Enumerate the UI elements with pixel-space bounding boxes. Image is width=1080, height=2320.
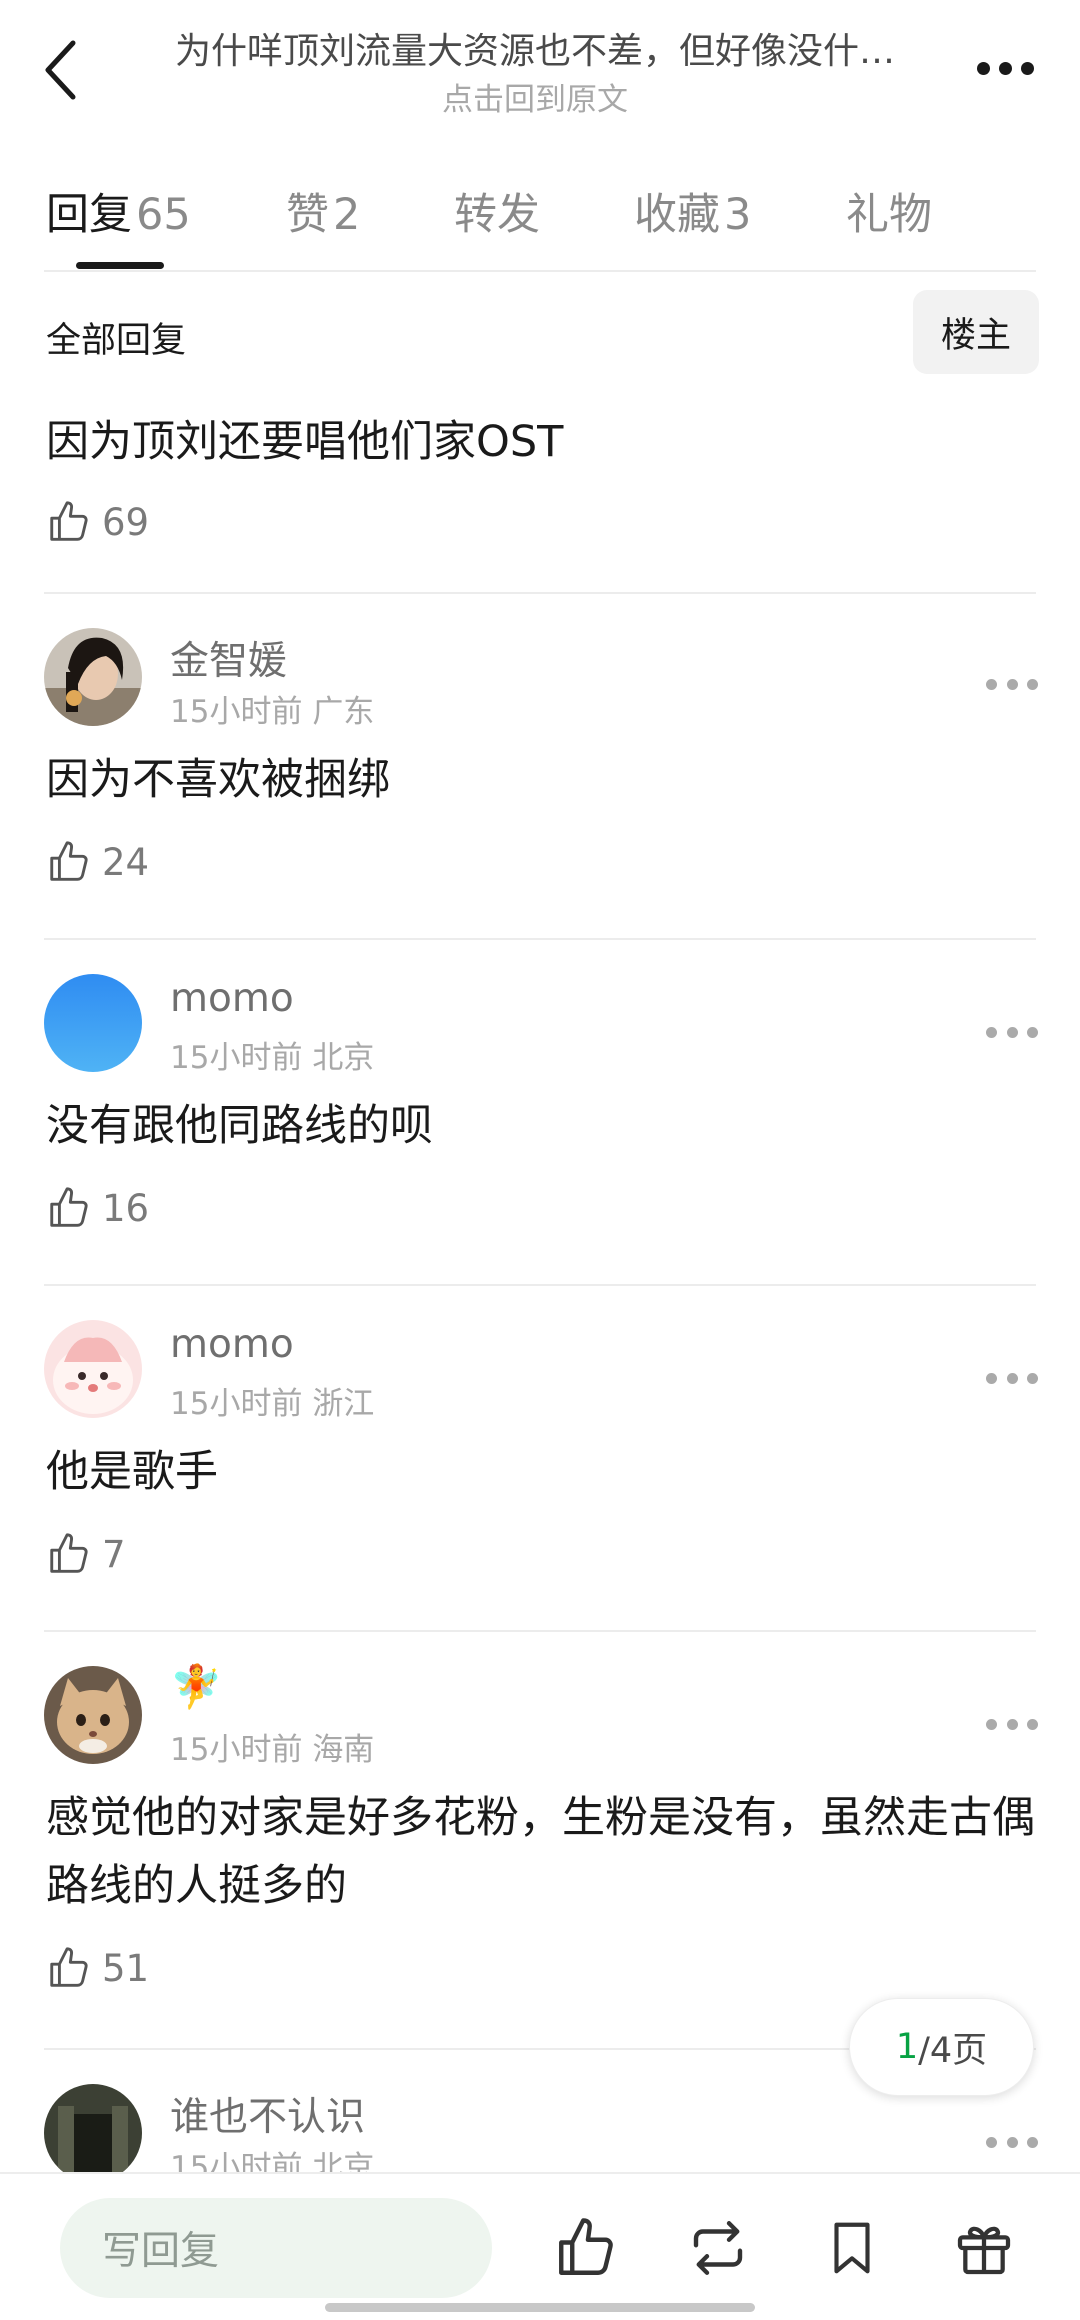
avatar[interactable] [44, 628, 142, 726]
avatar[interactable] [44, 974, 142, 1072]
tab-favorites[interactable]: 收藏3 [634, 180, 751, 242]
more-options-button[interactable] [960, 40, 1050, 96]
location: 浙江 [312, 1386, 375, 1422]
tab-label: 礼物 [846, 190, 932, 240]
bookmark-button[interactable] [814, 2210, 890, 2286]
top-nav-bar: 为什咩顶刘流量大资源也不差，但好像没什… 点击回到原文 [0, 0, 1080, 140]
like-button[interactable]: 69 [46, 496, 149, 548]
tab-label: 转发 [454, 190, 540, 240]
like-count: 51 [102, 1946, 150, 1990]
username[interactable]: 金智媛 [170, 630, 287, 686]
comment-meta: 15小时前 广东 [170, 686, 374, 731]
comment-more-button[interactable] [986, 1714, 1038, 1734]
comment-more-button[interactable] [986, 2132, 1038, 2152]
like-count: 7 [102, 1532, 126, 1576]
gift-button[interactable] [946, 2210, 1022, 2286]
post-title[interactable]: 为什咩顶刘流量大资源也不差，但好像没什… [140, 22, 930, 74]
tab-label: 回复 [46, 190, 132, 240]
comment-text: 因为顶刘还要唱他们家OST [46, 417, 564, 467]
thumb-up-icon [50, 1947, 88, 1987]
more-horizontal-icon [976, 61, 990, 75]
more-horizontal-icon [1020, 61, 1034, 75]
timestamp: 15小时前 [170, 2150, 303, 2172]
tab-label: 收藏 [634, 190, 720, 240]
back-to-original-link[interactable]: 点击回到原文 [140, 74, 930, 119]
current-page: 1 [895, 2027, 919, 2067]
username[interactable]: momo [170, 1322, 294, 1367]
thumb-up-icon [559, 2218, 613, 2275]
like-count: 16 [102, 1186, 150, 1230]
total-pages: /4页 [918, 2030, 988, 2071]
thumb-up-icon [50, 1187, 88, 1227]
tab-count: 2 [333, 190, 361, 240]
location: 北京 [312, 1040, 375, 1076]
thumb-up-icon [50, 501, 88, 541]
tab-bar: 回复65 赞2 转发 收藏3 礼物 [0, 160, 1080, 272]
timestamp: 15小时前 [170, 1386, 303, 1422]
location: 海南 [312, 1732, 375, 1768]
like-button[interactable]: 51 [46, 1942, 149, 1994]
tab-gifts[interactable]: 礼物 [846, 180, 932, 242]
bottom-action-bar: 写回复 [0, 2172, 1080, 2320]
tab-count: 65 [136, 190, 191, 240]
like-count: 24 [102, 840, 150, 884]
op-only-button[interactable]: 楼主 [913, 290, 1039, 374]
avatar[interactable] [44, 1666, 142, 1764]
tab-label: 赞 [286, 190, 329, 240]
divider [44, 1630, 1036, 1632]
comment-meta: 15小时前 北京 [170, 2142, 374, 2172]
comment-meta: 15小时前 北京 [170, 1032, 374, 1077]
comment-more-button[interactable] [986, 1022, 1038, 1042]
location: 广东 [312, 694, 375, 730]
divider [44, 1284, 1036, 1286]
username[interactable]: 🧚 [170, 1662, 222, 1712]
avatar[interactable] [44, 1320, 142, 1418]
page-indicator[interactable]: 1/4页 [849, 1998, 1034, 2096]
location: 北京 [312, 2150, 375, 2172]
tab-reposts[interactable]: 转发 [454, 180, 540, 242]
timestamp: 15小时前 [170, 1040, 303, 1076]
tab-count: 3 [724, 190, 752, 240]
divider [44, 270, 1036, 272]
tab-replies[interactable]: 回复65 [46, 180, 191, 242]
username[interactable]: momo [170, 976, 294, 1021]
divider [44, 592, 1036, 594]
avatar[interactable] [44, 2084, 142, 2172]
comment-meta: 15小时前 海南 [170, 1724, 374, 1769]
chevron-left-icon [45, 40, 76, 100]
username[interactable]: 谁也不认识 [170, 2086, 365, 2142]
timestamp: 15小时前 [170, 694, 303, 730]
comment-meta: 15小时前 浙江 [170, 1378, 374, 1423]
repost-icon [693, 2221, 743, 2275]
comment-text: 他是歌手 [46, 1447, 218, 1497]
tab-likes[interactable]: 赞2 [286, 180, 360, 242]
like-post-button[interactable] [548, 2210, 624, 2286]
like-button[interactable]: 16 [46, 1182, 149, 1234]
timestamp: 15小时前 [170, 1732, 303, 1768]
comment-more-button[interactable] [986, 674, 1038, 694]
thumb-up-icon [50, 841, 88, 881]
repost-button[interactable] [680, 2210, 756, 2286]
all-replies-label: 全部回复 [46, 321, 187, 361]
like-count: 69 [102, 500, 150, 544]
comment-text: 感觉他的对家是好多花粉，生粉是没有，虽然走古偶路线的人挺多的 [46, 1793, 1035, 1911]
like-button[interactable]: 7 [46, 1528, 126, 1580]
bookmark-icon [834, 2222, 870, 2274]
comment-text: 没有跟他同路线的呗 [46, 1101, 433, 1151]
gift-icon [957, 2226, 1011, 2275]
more-horizontal-icon [998, 61, 1012, 75]
thumb-up-icon [50, 1533, 88, 1573]
comment-more-button[interactable] [986, 1368, 1038, 1388]
home-indicator [325, 2303, 755, 2312]
divider [44, 938, 1036, 940]
back-button[interactable] [30, 30, 90, 110]
reply-input[interactable]: 写回复 [60, 2198, 492, 2298]
comment-text: 因为不喜欢被捆绑 [46, 755, 390, 805]
active-tab-indicator [76, 262, 164, 269]
like-button[interactable]: 24 [46, 836, 149, 888]
